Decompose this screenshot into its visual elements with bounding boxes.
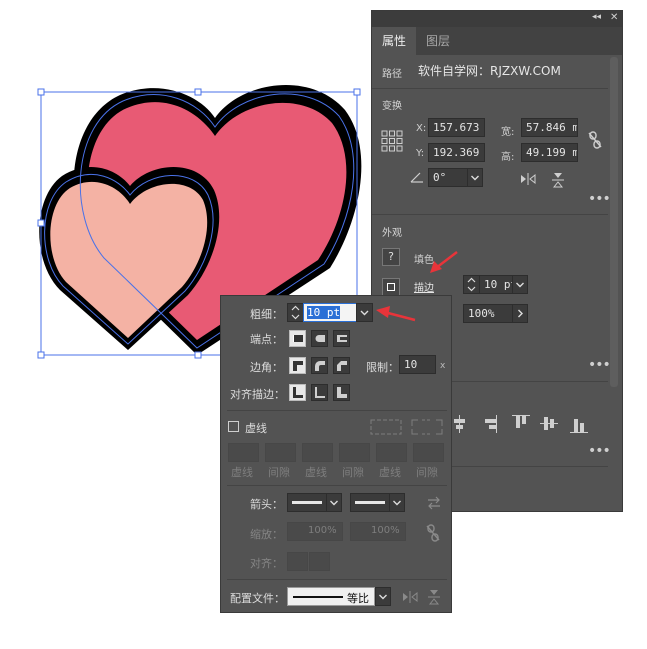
- annotation-arrow-weight: [376, 306, 416, 322]
- annotation-arrows: [376, 251, 458, 322]
- annotation-arrow-stroke: [430, 251, 458, 273]
